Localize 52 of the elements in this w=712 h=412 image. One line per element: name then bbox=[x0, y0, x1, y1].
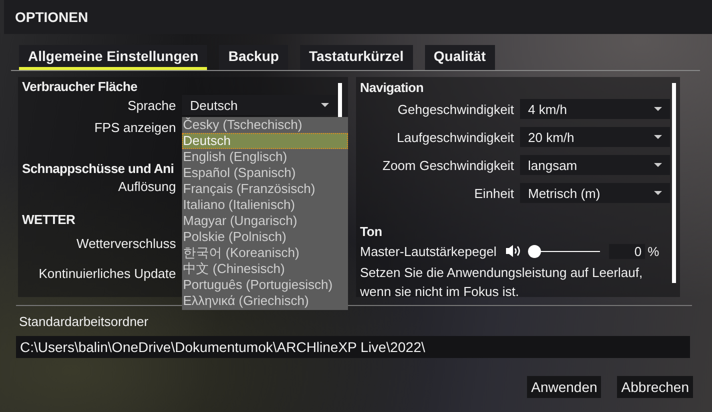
caret-icon bbox=[321, 103, 329, 107]
dropdown-select[interactable]: Metrisch (m) bbox=[520, 183, 670, 203]
folder-path-field[interactable]: C:\Users\balin\OneDrive\Dokumentumok\ARCHlineXP Live\2022\ bbox=[16, 336, 690, 358]
dropdown-select[interactable]: langsam bbox=[520, 155, 670, 175]
dropdown-option[interactable]: Polskie (Polnisch) bbox=[182, 229, 348, 245]
field-label: Laufgeschwindigkeit bbox=[396, 130, 514, 144]
slider-thumb[interactable] bbox=[528, 244, 541, 258]
dropdown-option[interactable]: Français (Französisch) bbox=[182, 181, 348, 197]
field-label: Kontinuierliches Update bbox=[38, 266, 176, 280]
caret-icon bbox=[654, 191, 662, 195]
field-label: Sprache bbox=[126, 98, 176, 112]
tab[interactable]: Backup bbox=[219, 45, 288, 70]
field-label: Einheit bbox=[473, 186, 514, 200]
dropdown-option[interactable]: English (Englisch) bbox=[182, 149, 348, 165]
field-label: Master-Lautstärkepegel bbox=[360, 244, 497, 258]
speaker-icon[interactable] bbox=[504, 244, 522, 258]
tab[interactable]: Allgemeine Einstellungen bbox=[19, 45, 208, 70]
dropdown-select[interactable]: 4 km/h bbox=[520, 99, 670, 119]
note-text: Setzen Sie die Anwendungsleistung auf Leerlauf, wenn sie nicht im Fokus ist. bbox=[360, 264, 644, 301]
tab[interactable]: Qualität bbox=[424, 45, 495, 70]
section-title: Verbraucher Fläche bbox=[22, 79, 138, 95]
field-label: Zoom Geschwindigkeit bbox=[382, 158, 514, 172]
dropdown-option[interactable]: Italiano (Italienisch) bbox=[182, 197, 348, 213]
caret-icon bbox=[654, 135, 662, 139]
section-title: WETTER bbox=[22, 212, 76, 228]
unit-label: % bbox=[648, 244, 660, 258]
tab[interactable]: Tastaturkürzel bbox=[300, 45, 413, 70]
field-label: Gehgeschwindigkeit bbox=[396, 102, 514, 116]
dropdown-option[interactable]: Português (Portugiesisch) bbox=[182, 277, 348, 293]
caret-icon bbox=[654, 107, 662, 111]
scrollbar[interactable] bbox=[672, 83, 676, 283]
section-title: Ton bbox=[360, 223, 382, 241]
field-label: FPS anzeigen bbox=[93, 120, 176, 134]
dropdown-option[interactable]: Česky (Tschechisch) bbox=[182, 117, 348, 133]
dialog-button[interactable]: Anwenden bbox=[527, 376, 602, 398]
language-select[interactable]: Deutsch bbox=[182, 95, 337, 115]
field-label: Auflösung bbox=[117, 178, 176, 194]
field-label: Standardarbeitsordner bbox=[19, 314, 150, 329]
dropdown-option[interactable]: Español (Spanisch) bbox=[182, 165, 348, 181]
window-title: OPTIONEN bbox=[15, 9, 88, 25]
dropdown-select[interactable]: 20 km/h bbox=[520, 127, 670, 147]
field-label: Wetterverschluss bbox=[76, 236, 176, 250]
section-title: Navigation bbox=[360, 81, 424, 95]
dialog-button[interactable]: Abbrechen bbox=[617, 376, 693, 398]
section-title: Schnappschüsse und Ani bbox=[22, 161, 174, 177]
dropdown-option[interactable]: 中文 (Chinesisch) bbox=[182, 261, 348, 277]
scrollbar[interactable] bbox=[338, 83, 342, 118]
dropdown-option[interactable]: Ελληνικά (Griechisch) bbox=[182, 293, 348, 309]
dropdown-option[interactable]: 한국어 (Koreanisch) bbox=[182, 245, 348, 261]
caret-icon bbox=[654, 163, 662, 167]
volume-value[interactable]: 0 bbox=[608, 244, 645, 258]
dropdown-option[interactable]: Magyar (Ungarisch) bbox=[182, 213, 348, 229]
